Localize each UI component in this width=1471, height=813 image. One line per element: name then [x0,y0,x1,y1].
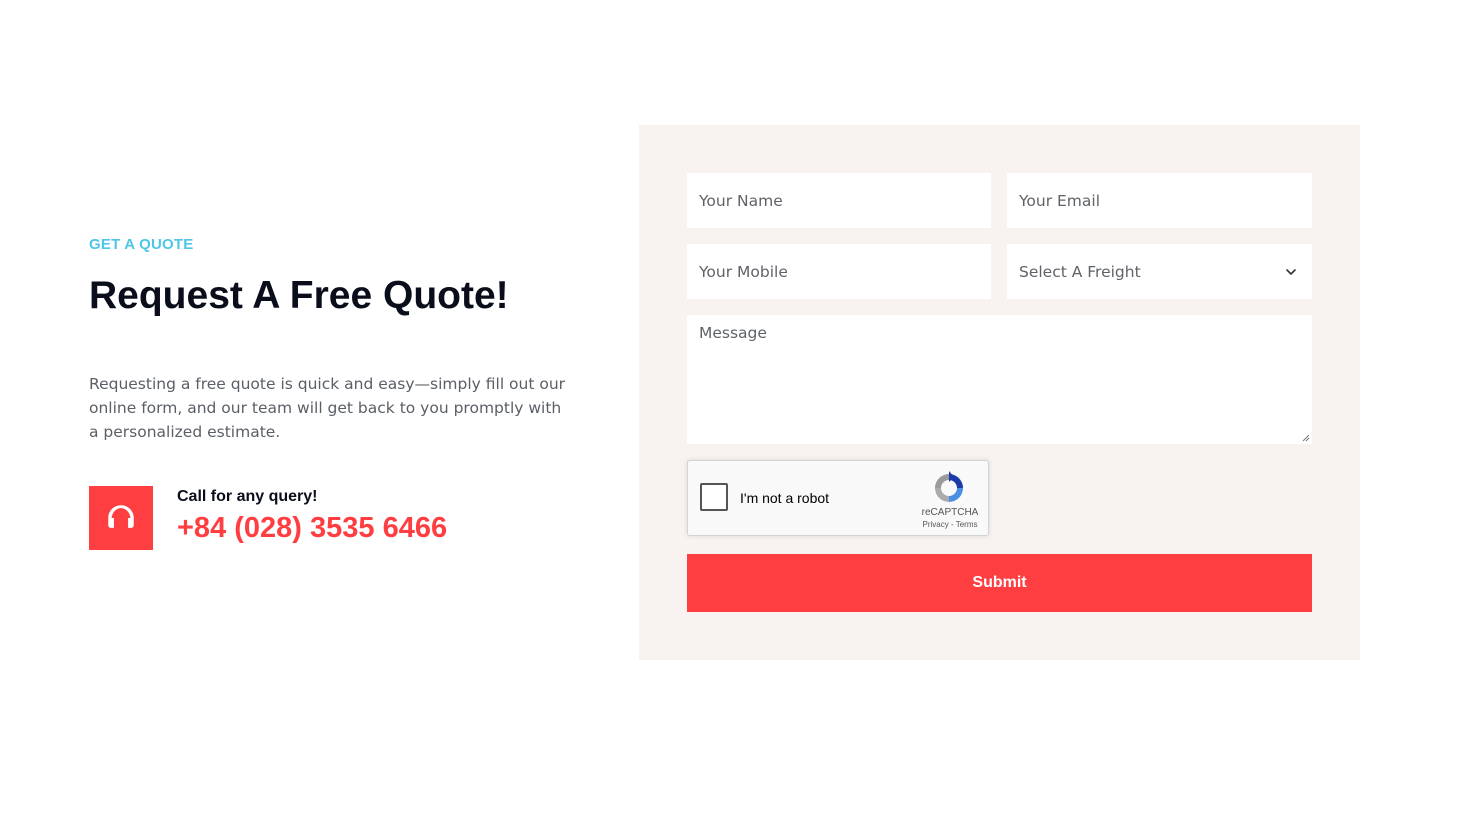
headphones-icon [108,505,134,528]
recaptcha-brand: reCAPTCHA [921,507,979,518]
recaptcha-widget: I'm not a robot reCAPTCHA Privacy - Term… [687,460,989,536]
name-field[interactable]: Your Name [687,173,991,228]
contact-label: Call for any query! [177,488,318,505]
submit-button[interactable]: Submit [687,554,1312,612]
contact-block: Call for any query! +84 (028) 3535 6466 [89,486,447,550]
quote-page: GET A QUOTE Request A Free Quote! Reques… [0,0,1471,813]
quote-form: Your Name Your Email Your Mobile Select … [639,125,1360,660]
contact-text: Call for any query! +84 (028) 3535 6466 [177,486,447,545]
freight-select[interactable]: Select A Freight [1007,244,1312,299]
contact-phone-link[interactable]: +84 (028) 3535 6466 [177,511,447,545]
recaptcha-checkbox[interactable] [700,483,728,511]
section-eyebrow: GET A QUOTE [89,236,194,253]
contact-icon-box [89,486,153,550]
message-field[interactable]: Message [687,315,1312,444]
recaptcha-links[interactable]: Privacy - Terms [908,520,992,529]
chevron-down-icon [1286,268,1296,275]
recaptcha-label: I'm not a robot [740,490,830,506]
email-field[interactable]: Your Email [1007,173,1312,228]
message-placeholder: Message [699,324,767,342]
section-description: Requesting a free quote is quick and eas… [89,375,566,441]
recaptcha-logo-icon [935,471,963,502]
resize-grip-icon[interactable] [1302,434,1310,442]
page-title: Request A Free Quote! [89,274,509,317]
mobile-field[interactable]: Your Mobile [687,244,991,299]
quote-intro: GET A QUOTE Request A Free Quote! Reques… [89,230,569,550]
freight-select-value: Select A Freight [1019,262,1141,281]
